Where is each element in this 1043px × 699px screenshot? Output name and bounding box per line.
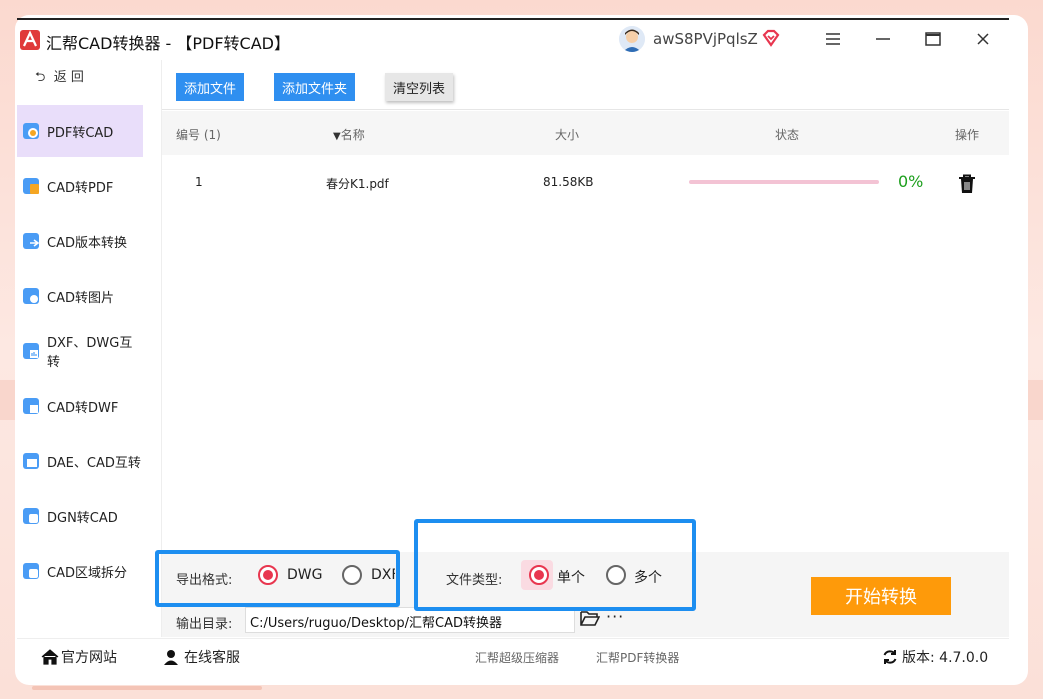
format-dwg-radio[interactable] [258,565,278,585]
status-bar: 官方网站 在线客服 汇帮超级压缩器 汇帮PDF转换器 版本: 4.7.0.0 [17,638,1009,670]
support-label: 在线客服 [184,650,240,666]
sidebar-item-cad-split[interactable]: CAD区域拆分 [17,545,143,597]
type-label: 文件类型: [446,573,503,588]
maximize-icon[interactable] [920,26,946,52]
sidebar-item-dgn-to-cad[interactable]: DGN转CAD [17,490,143,542]
version-label: 版本: 4.7.0.0 [902,650,989,666]
cad-to-dwf-icon [23,398,39,414]
refresh-icon [883,650,897,664]
dae-cad-icon [23,453,39,469]
format-dxf-radio[interactable] [342,565,362,585]
trash-icon[interactable] [958,174,976,194]
column-actions: 操作 [955,128,980,142]
sidebar-item-label: DAE、CAD互转 [47,455,141,471]
back-label: 返 回 [53,70,84,85]
row-file-name: 春分K1.pdf [326,177,389,191]
type-single-label[interactable]: 单个 [557,567,585,587]
back-button[interactable]: ⮌ 返 回 [35,66,84,90]
window-title: 汇帮CAD转换器 - 【PDF转CAD】 [46,34,290,53]
sidebar-item-label: CAD转DWF [47,400,119,416]
avatar[interactable] [619,26,645,52]
sidebar-item-label: CAD版本转换 [47,235,127,251]
folder-open-icon[interactable] [580,609,600,627]
progress-bar [689,180,879,184]
sidebar-item-label: DXF、DWG互转 [47,336,133,370]
version-info[interactable]: 版本: 4.7.0.0 [882,647,988,667]
column-size[interactable]: 大小 [555,126,579,143]
table-header: 编号 (1) ▼名称 大小 状态 操作 [162,111,1009,155]
type-multiple-radio[interactable] [606,565,626,585]
column-status[interactable]: 状态 [775,126,799,143]
sidebar-item-label: CAD区域拆分 [47,565,127,581]
output-path-field[interactable]: C:/Users/ruguo/Desktop/汇帮CAD转换器 [245,607,575,633]
vip-diamond-icon[interactable] [761,28,781,48]
username[interactable]: awS8PVjPqlsZ [653,30,758,48]
format-label: 导出格式: [176,573,233,588]
output-label: 输出目录: [176,617,233,632]
official-website-link[interactable]: 官方网站 [41,647,117,667]
sidebar: ⮌ 返 回 PDF转CAD CAD转PDF CAD版本转换 CAD转图片 DXF… [17,60,162,637]
sidebar-item-pdf-to-cad[interactable]: PDF转CAD [17,105,143,157]
dgn-to-cad-icon [23,508,39,524]
cad-to-image-icon [23,288,39,304]
column-name-label: 名称 [340,128,365,142]
table-row[interactable]: 1 春分K1.pdf 81.58KB 0% [162,160,1009,204]
more-icon[interactable]: ··· [606,607,624,626]
home-icon [41,649,59,665]
compressor-link[interactable]: 汇帮超级压缩器 [475,649,559,666]
type-multiple-label[interactable]: 多个 [634,567,662,587]
sidebar-item-cad-to-pdf[interactable]: CAD转PDF [17,160,143,212]
format-dxf-label[interactable]: DXF [371,567,395,583]
avatar-icon [619,26,645,52]
progress-percent: 0% [898,172,924,191]
sidebar-item-label: DGN转CAD [47,510,118,526]
add-folder-button[interactable]: 添加文件夹 [274,73,356,101]
dxf-dwg-icon [23,343,39,359]
title-bar: 汇帮CAD转换器 - 【PDF转CAD】 awS8PVjPqlsZ [17,18,1009,58]
website-label: 官方网站 [61,650,117,666]
sidebar-item-label: CAD转PDF [47,180,114,196]
cad-to-pdf-icon [23,178,39,194]
sidebar-item-label: PDF转CAD [47,125,114,141]
sidebar-item-dxf-dwg[interactable]: DXF、DWG互转 [17,325,143,377]
type-single-radio[interactable] [529,565,549,585]
sort-down-icon: ▼ [333,131,341,142]
clear-list-button[interactable]: 清空列表 [385,73,454,101]
online-support-link[interactable]: 在线客服 [162,647,240,667]
sidebar-item-cad-version[interactable]: CAD版本转换 [17,215,143,267]
row-file-size: 81.58KB [543,175,594,189]
menu-icon[interactable] [820,26,846,52]
sidebar-item-label: CAD转图片 [47,290,114,306]
sidebar-item-cad-to-image[interactable]: CAD转图片 [17,270,143,322]
options-panel: 导出格式: DWG DXF 文件类型: 单个 多个 输出目录: C:/Users… [162,552,1009,637]
minimize-icon[interactable] [870,26,896,52]
close-icon[interactable] [970,26,996,52]
decorative-line [32,686,262,690]
cad-split-icon [23,563,39,579]
sidebar-item-dae-cad[interactable]: DAE、CAD互转 [17,435,143,487]
pdf-to-cad-icon [23,123,39,139]
toolbar: 添加文件 添加文件夹 清空列表 [162,60,1009,110]
start-convert-button[interactable]: 开始转换 [811,577,951,615]
back-arrow-icon: ⮌ [35,70,46,85]
format-dwg-label[interactable]: DWG [287,567,322,583]
column-index[interactable]: 编号 (1) [176,126,221,143]
sidebar-item-cad-to-dwf[interactable]: CAD转DWF [17,380,143,432]
column-name[interactable]: ▼名称 [333,126,365,143]
main-panel: 添加文件 添加文件夹 清空列表 编号 (1) ▼名称 大小 状态 操作 1 春分… [162,60,1009,637]
cad-version-icon [23,233,40,249]
support-icon [164,650,178,665]
add-file-button[interactable]: 添加文件 [176,73,245,101]
pdf-converter-link[interactable]: 汇帮PDF转换器 [596,649,679,666]
row-index: 1 [195,175,203,189]
app-logo-icon [20,30,40,50]
